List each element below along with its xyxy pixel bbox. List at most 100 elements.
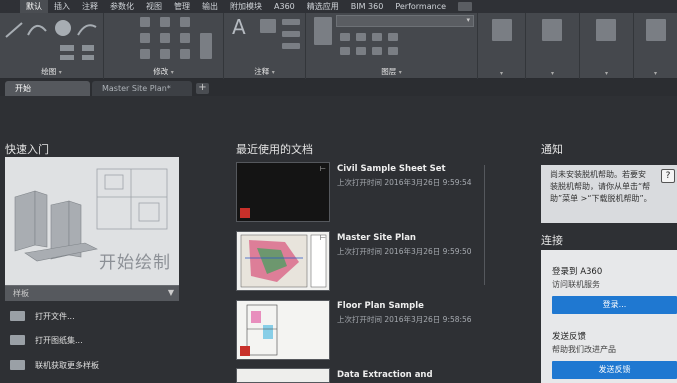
mirror-tool-icon[interactable] xyxy=(160,33,170,43)
notification-card: 尚未安装脱机帮助。若要安装脱机帮助，请你从单击“帮助”菜单 >“下载脱机帮助”。… xyxy=(541,165,677,223)
templates-icon xyxy=(10,360,25,370)
send-feedback-button[interactable]: 发送反馈 xyxy=(552,361,677,379)
chevron-down-icon: ▼ xyxy=(167,288,174,297)
menu-output[interactable]: 输出 xyxy=(196,0,224,13)
tab-start[interactable]: 开始 xyxy=(5,81,90,96)
properties-panel-label[interactable]: ▾ xyxy=(526,68,579,77)
quickstart-title: 快速入门 xyxy=(5,143,49,156)
connect-panel: 登录到 A360 访问联机服务 登录... 发送反馈 帮助我们改进产品 发送反馈 xyxy=(541,250,677,383)
annotate-small-3-icon[interactable] xyxy=(282,43,300,49)
help-icon[interactable]: ? xyxy=(661,169,675,183)
open-sheet-set-link[interactable]: 打开图纸集... xyxy=(10,333,83,347)
rotate-tool-icon[interactable] xyxy=(160,17,170,27)
ribbon-toggle-icon[interactable] xyxy=(458,2,473,11)
block-insert-icon[interactable] xyxy=(492,19,512,41)
block-panel: ▾ xyxy=(478,13,526,79)
modify-panel: 修改 ▾ xyxy=(104,13,224,79)
get-more-templates-link[interactable]: 联机获取更多样板 xyxy=(10,358,99,372)
utilities-panel: ▾ xyxy=(634,13,677,79)
block-panel-label[interactable]: ▾ xyxy=(478,68,525,77)
menu-parametric[interactable]: 参数化 xyxy=(104,0,140,13)
add-tab-button[interactable]: + xyxy=(196,83,209,94)
menu-addins[interactable]: 附加模块 xyxy=(224,0,268,13)
groups-panel-label[interactable]: ▾ xyxy=(580,68,633,77)
layer-tool-6-icon[interactable] xyxy=(356,47,366,55)
layer-tool-2-icon[interactable] xyxy=(356,33,366,41)
annotate-small-1-icon[interactable] xyxy=(282,19,300,25)
layer-tool-3-icon[interactable] xyxy=(372,33,382,41)
menu-bim360[interactable]: BIM 360 xyxy=(345,0,390,13)
annotate-small-2-icon[interactable] xyxy=(282,31,300,37)
layers-panel-label[interactable]: 图层 ▾ xyxy=(306,66,477,77)
layer-tool-4-icon[interactable] xyxy=(388,33,398,41)
start-drawing-card[interactable]: 开始绘制 xyxy=(5,157,179,285)
recent-doc-title[interactable]: Floor Plan Sample xyxy=(337,301,424,311)
recent-doc-title[interactable]: Civil Sample Sheet Set xyxy=(337,164,446,174)
move-tool-icon[interactable] xyxy=(140,17,150,27)
sheet-set-icon xyxy=(10,335,25,345)
pin-icon[interactable]: ⊢ xyxy=(320,165,326,173)
utilities-panel-label[interactable]: ▾ xyxy=(634,68,677,77)
recent-list-scrollbar[interactable] xyxy=(484,165,485,285)
login-title: 登录到 A360 xyxy=(552,267,603,277)
layer-tool-5-icon[interactable] xyxy=(340,47,350,55)
draw-tools-icons[interactable] xyxy=(0,15,104,67)
floor-plan-preview-icon xyxy=(246,304,278,356)
menu-insert[interactable]: 插入 xyxy=(48,0,76,13)
fillet-tool-icon[interactable] xyxy=(180,33,190,43)
draw-panel-label[interactable]: 绘图 ▾ xyxy=(0,66,103,77)
notifications-title: 通知 xyxy=(541,143,563,156)
tab-master-site-plan[interactable]: Master Site Plan* xyxy=(92,81,192,96)
folder-icon xyxy=(10,311,25,321)
pin-icon[interactable]: ⊢ xyxy=(320,234,326,242)
template-dropdown[interactable]: 样板 ▼ xyxy=(5,285,179,301)
recent-doc-title[interactable]: Data Extraction and xyxy=(337,370,433,380)
modify-extra-icon[interactable] xyxy=(200,33,212,59)
recent-doc-date: 上次打开时间 2016年3月26日 9:59:50 xyxy=(337,247,472,256)
connect-title: 连接 xyxy=(541,234,563,247)
menu-view[interactable]: 视图 xyxy=(140,0,168,13)
menu-performance[interactable]: Performance xyxy=(389,0,452,13)
file-type-icon xyxy=(240,346,250,356)
menu-featured-apps[interactable]: 精选应用 xyxy=(301,0,345,13)
annotate-panel-label[interactable]: 注释 ▾ xyxy=(224,66,305,77)
ribbon: 绘图 ▾ 修改 ▾ A 注释 ▾ ▾ 图层 ▾ ▾ ▾ ▾ ▾ xyxy=(0,13,677,79)
open-file-link[interactable]: 打开文件... xyxy=(10,309,75,323)
chevron-down-icon: ▾ xyxy=(466,16,470,24)
trim-tool-icon[interactable] xyxy=(180,17,190,27)
recent-doc-title[interactable]: Master Site Plan xyxy=(337,233,416,243)
clipboard-paste-icon[interactable] xyxy=(646,19,666,41)
feedback-subtitle: 帮助我们改进产品 xyxy=(552,345,616,354)
copy-tool-icon[interactable] xyxy=(140,33,150,43)
menu-bar: 默认 插入 注释 参数化 视图 管理 输出 附加模块 A360 精选应用 BIM… xyxy=(0,0,677,13)
menu-manage[interactable]: 管理 xyxy=(168,0,196,13)
file-tab-bar: 开始 Master Site Plan* + xyxy=(0,79,677,96)
layer-tool-8-icon[interactable] xyxy=(388,47,398,55)
doc-thumbnail: ⊢ xyxy=(236,162,330,222)
layer-properties-icon[interactable] xyxy=(314,17,332,45)
layer-tool-7-icon[interactable] xyxy=(372,47,382,55)
menu-a360[interactable]: A360 xyxy=(268,0,301,13)
group-icon[interactable] xyxy=(596,19,616,41)
menu-default[interactable]: 默认 xyxy=(20,0,48,13)
recent-doc-date: 上次打开时间 2016年3月26日 9:59:54 xyxy=(337,178,472,187)
match-properties-icon[interactable] xyxy=(542,19,562,41)
modify-panel-label[interactable]: 修改 ▾ xyxy=(104,66,223,77)
properties-panel: ▾ xyxy=(526,13,580,79)
app-menu-icon[interactable] xyxy=(6,2,16,11)
layer-tool-1-icon[interactable] xyxy=(340,33,350,41)
menu-annotate[interactable]: 注释 xyxy=(76,0,104,13)
text-tool-icon[interactable]: A xyxy=(232,15,246,39)
dimension-tool-icon[interactable] xyxy=(260,19,276,33)
doc-thumbnail xyxy=(236,368,330,383)
array-tool-icon[interactable] xyxy=(180,49,190,59)
scale-tool-icon[interactable] xyxy=(160,49,170,59)
login-button[interactable]: 登录... xyxy=(552,296,677,314)
stretch-tool-icon[interactable] xyxy=(140,49,150,59)
file-type-icon xyxy=(240,208,250,218)
layer-dropdown[interactable]: ▾ xyxy=(336,15,474,27)
annotate-panel: A 注释 ▾ xyxy=(224,13,306,79)
template-label: 样板 xyxy=(13,289,29,298)
draw-panel: 绘图 ▾ xyxy=(0,13,104,79)
notification-message: 尚未安装脱机帮助。若要安装脱机帮助，请你从单击“帮助”菜单 >“下载脱机帮助”。 xyxy=(550,170,652,203)
